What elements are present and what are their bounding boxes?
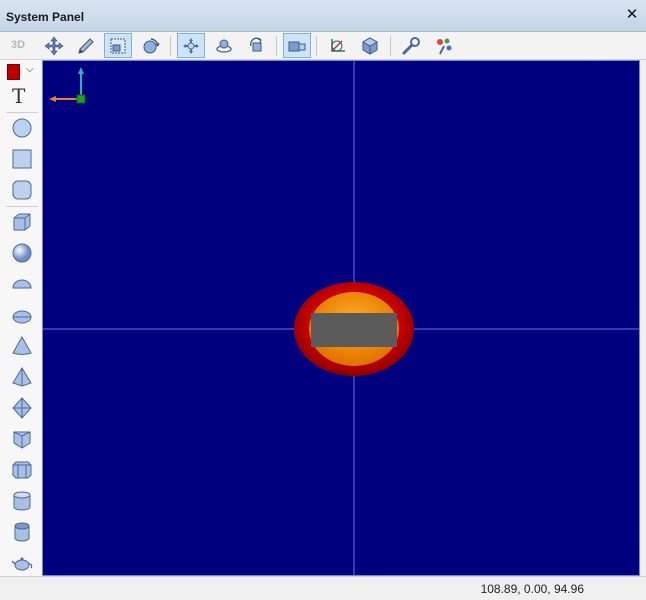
rounded-square-tool-icon[interactable] [8, 176, 36, 204]
octahedron-tool-icon[interactable] [8, 394, 36, 422]
color-picker-swatch[interactable] [7, 64, 20, 80]
status-bar: 108.89, 0.00, 94.96 [0, 576, 646, 600]
shape-toolbox: ⌵ T [0, 60, 42, 576]
settings-tools-icon[interactable] [430, 33, 458, 58]
cube-shade-icon[interactable] [356, 33, 384, 58]
toolbar-separator [276, 36, 277, 56]
cylinder-tool-icon[interactable] [8, 487, 36, 515]
prism-tool-icon[interactable] [8, 425, 36, 453]
viewport-scene [43, 61, 639, 575]
tube-tool-icon[interactable] [8, 518, 36, 546]
3d-object [294, 282, 414, 376]
toolbar-separator [316, 36, 317, 56]
move-arrows-icon[interactable] [40, 33, 68, 58]
text-tool[interactable]: T [12, 84, 25, 108]
square-tool-icon[interactable] [8, 145, 36, 173]
box-view-icon[interactable] [283, 33, 311, 58]
rotate-sphere-icon[interactable] [136, 33, 164, 58]
orbit-icon[interactable] [210, 33, 238, 58]
select-rect-icon[interactable] [104, 33, 132, 58]
teapot-tool-icon[interactable] [8, 549, 36, 577]
toolbox-separator [6, 206, 38, 207]
pan-icon[interactable] [177, 33, 205, 58]
pencil-icon[interactable] [72, 33, 100, 58]
cube-tool-icon[interactable] [8, 208, 36, 236]
pyramid-tool-icon[interactable] [8, 363, 36, 391]
close-icon[interactable]: ✕ [624, 7, 640, 23]
half-disc-tool-icon[interactable] [8, 301, 36, 329]
axis-gizmo [49, 67, 86, 104]
toolbar: 3D [0, 32, 646, 60]
sphere-tool-icon[interactable] [8, 239, 36, 267]
hemisphere-tool-icon[interactable] [8, 270, 36, 298]
mode-3d-label: 3D [11, 39, 26, 51]
toolbox-separator [6, 112, 38, 113]
coordinate-readout: 108.89, 0.00, 94.96 [480, 582, 584, 596]
wrench-icon[interactable] [397, 33, 425, 58]
axes-icon[interactable] [323, 33, 351, 58]
chevron-down-icon[interactable]: ⌵ [26, 64, 34, 75]
cone-tool-icon[interactable] [8, 332, 36, 360]
title-bar: System Panel ✕ [0, 0, 646, 32]
rotate-view-icon[interactable] [243, 33, 271, 58]
window-title: System Panel [6, 10, 85, 24]
hex-cylinder-tool-icon[interactable] [8, 456, 36, 484]
toolbar-separator [170, 36, 171, 56]
toolbar-separator [390, 36, 391, 56]
3d-viewport[interactable] [42, 60, 640, 576]
circle-tool-icon[interactable] [8, 114, 36, 142]
